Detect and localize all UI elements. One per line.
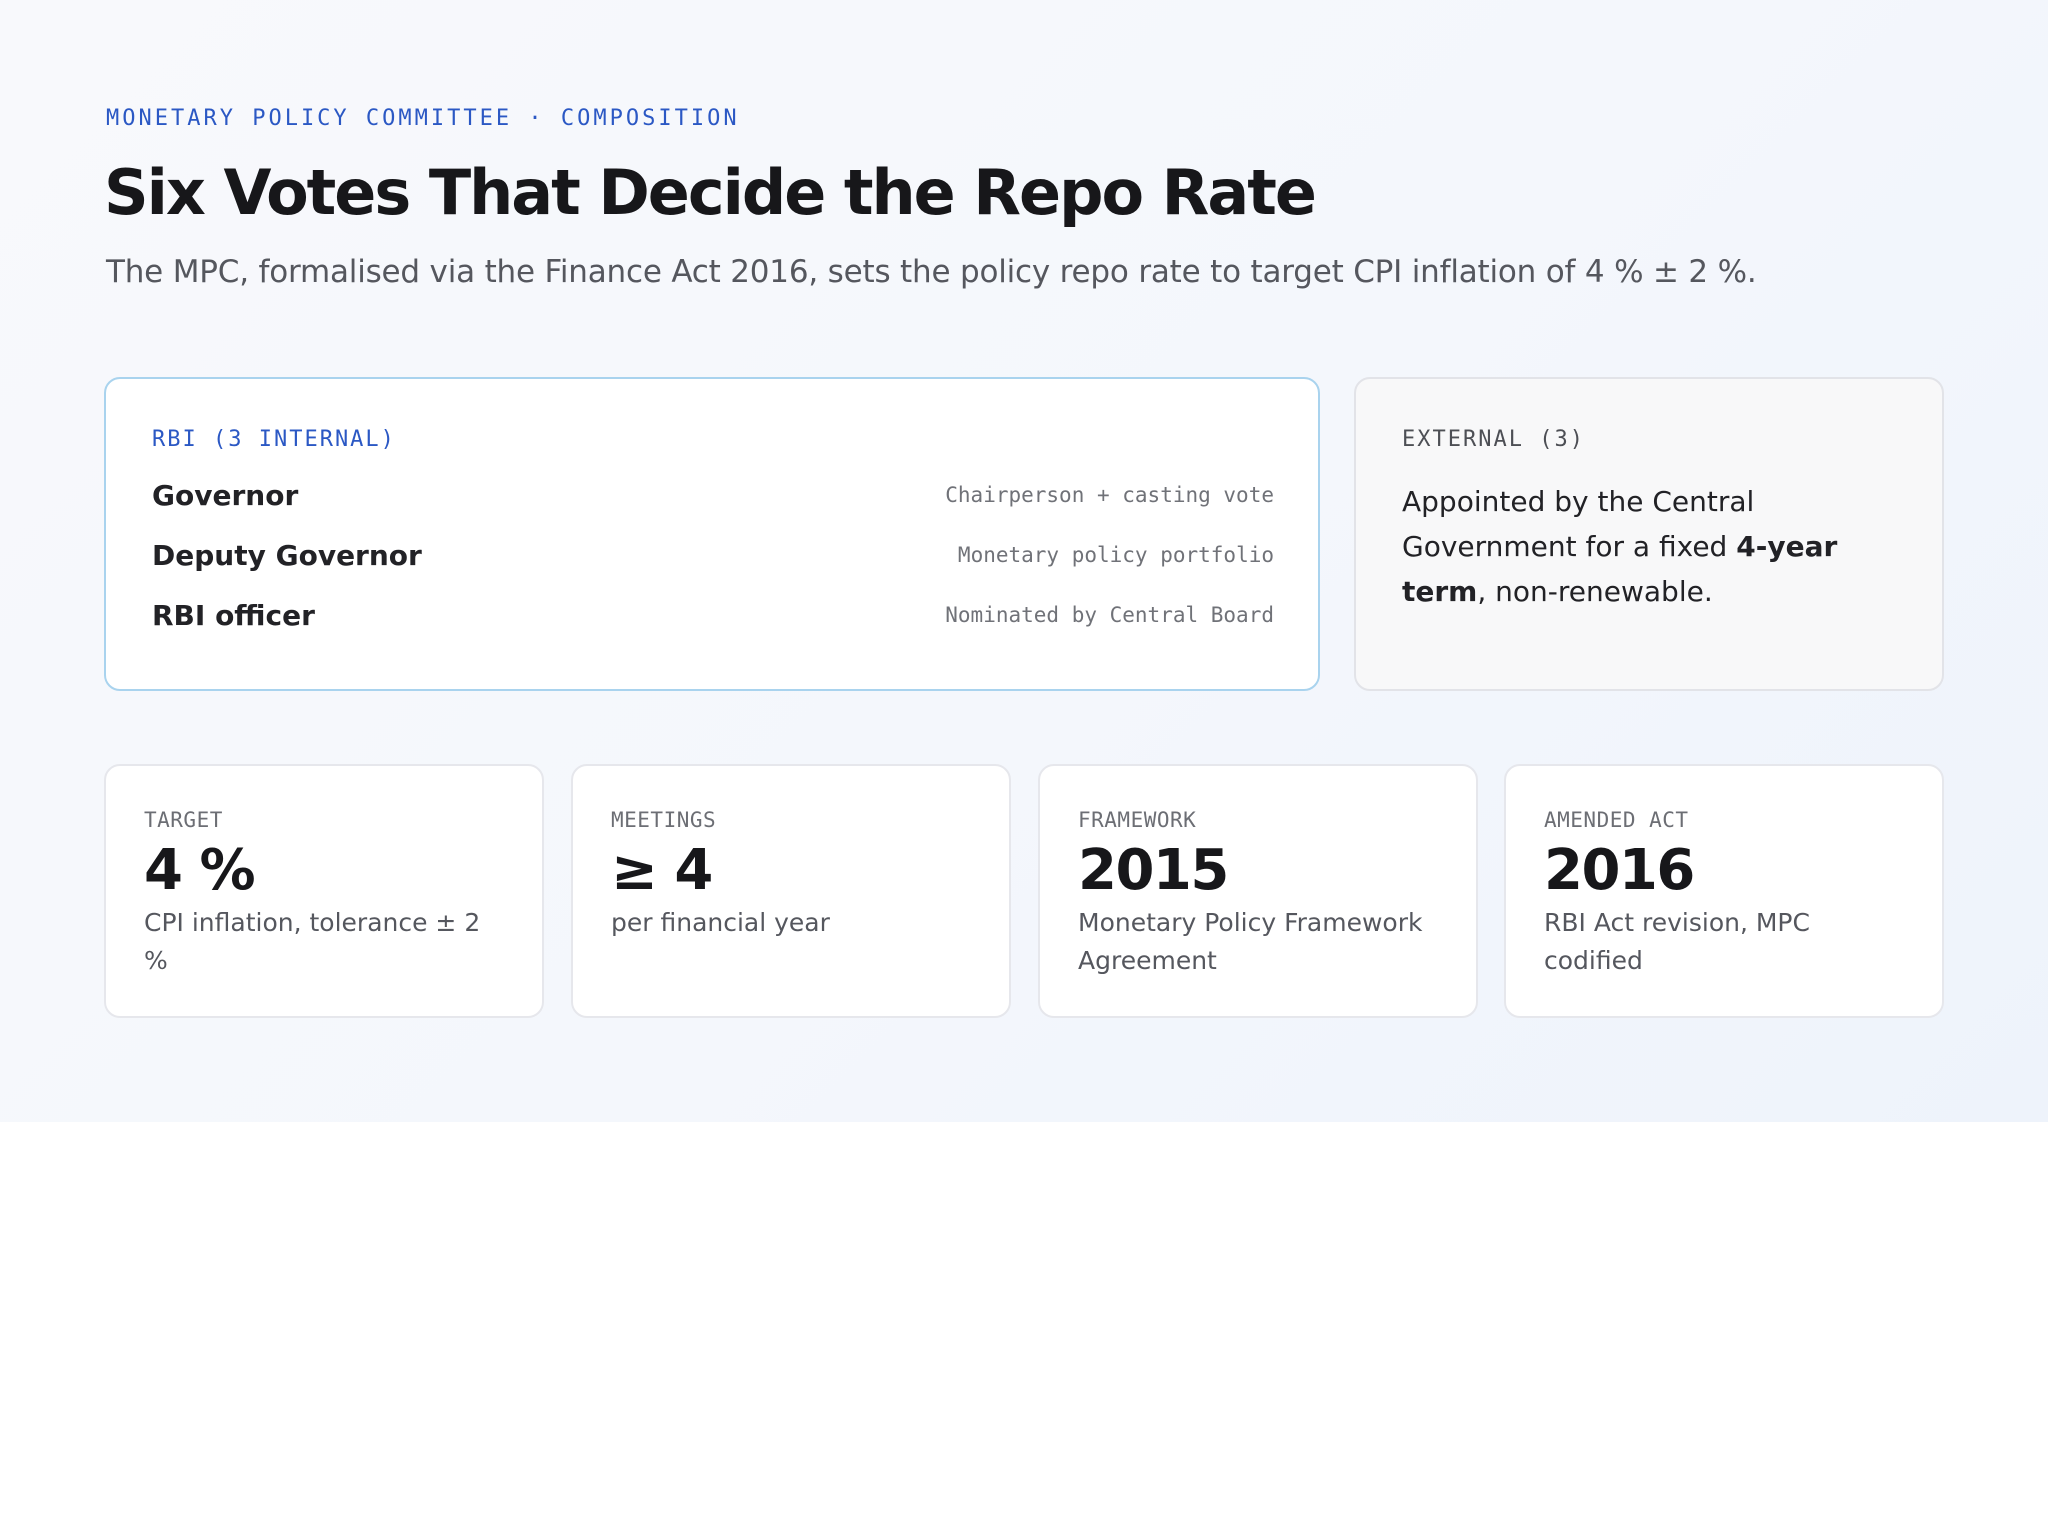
stat-value: 2016 <box>1544 838 1695 903</box>
stat-description: Monetary Policy Framework Agreement <box>1078 908 1423 975</box>
page-title: Six Votes That Decide the Repo Rate <box>104 156 1317 229</box>
stat-label: TARGET <box>144 808 223 832</box>
member-role: Chairperson + casting vote <box>945 483 1274 507</box>
member-row-deputy-governor: Deputy Governor Monetary policy portfoli… <box>152 539 1274 579</box>
rbi-internal-card: RBI (3 INTERNAL) Governor Chairperson + … <box>104 377 1320 691</box>
stat-card-framework: FRAMEWORK 2015 Monetary Policy Framework… <box>1038 764 1478 1018</box>
member-row-rbi-officer: RBI officer Nominated by Central Board <box>152 599 1274 639</box>
member-name: Governor <box>152 479 299 512</box>
eyebrow: MONETARY POLICY COMMITTEE · COMPOSITION <box>106 106 740 131</box>
member-name: Deputy Governor <box>152 539 422 572</box>
member-row-governor: Governor Chairperson + casting vote <box>152 479 1274 519</box>
stat-value: 2015 <box>1078 838 1229 903</box>
external-text-end: , non-renewable. <box>1477 575 1713 608</box>
stat-card-amended-act: AMENDED ACT 2016 RBI Act revision, MPC c… <box>1504 764 1944 1018</box>
external-card-label: EXTERNAL (3) <box>1402 427 1585 452</box>
rbi-card-label: RBI (3 INTERNAL) <box>152 427 396 452</box>
stat-description: CPI inflation, tolerance ± 2 % <box>144 908 481 975</box>
member-role: Nominated by Central Board <box>945 603 1274 627</box>
slide: MONETARY POLICY COMMITTEE · COMPOSITION … <box>0 0 2048 1122</box>
stat-value: ≥ 4 <box>611 838 713 903</box>
stat-card-meetings: MEETINGS ≥ 4 per financial year <box>571 764 1011 1018</box>
member-name: RBI officer <box>152 599 315 632</box>
member-role: Monetary policy portfolio <box>957 543 1274 567</box>
stat-card-target: TARGET 4 % CPI inflation, tolerance ± 2 … <box>104 764 544 1018</box>
stat-label: FRAMEWORK <box>1078 808 1197 832</box>
stat-value: 4 % <box>144 838 256 903</box>
stat-label: AMENDED ACT <box>1544 808 1689 832</box>
external-members-card: EXTERNAL (3) Appointed by the Central Go… <box>1354 377 1944 691</box>
stat-description: per financial year <box>611 908 830 937</box>
external-description: Appointed by the Central Government for … <box>1402 479 1902 614</box>
subtitle: The MPC, formalised via the Finance Act … <box>106 254 1757 290</box>
stat-description: RBI Act revision, MPC codified <box>1544 908 1810 975</box>
external-text-start: Appointed by the Central Government for … <box>1402 485 1755 563</box>
stat-label: MEETINGS <box>611 808 717 832</box>
